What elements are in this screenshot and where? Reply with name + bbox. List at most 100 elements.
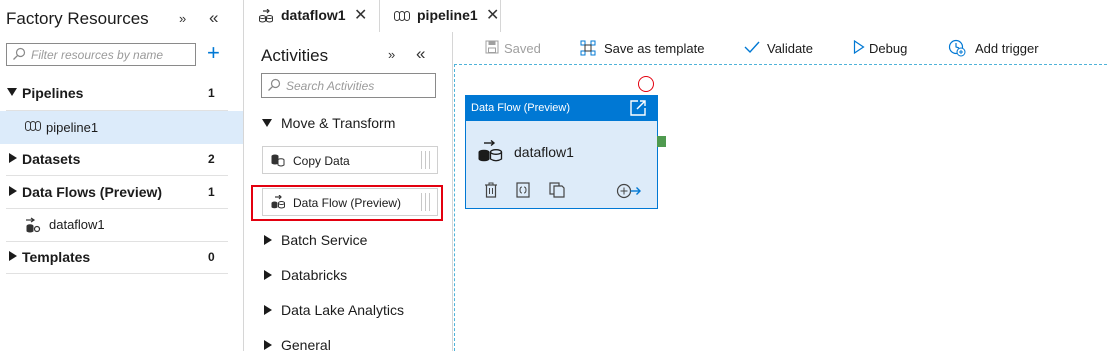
expanded-triangle-icon xyxy=(262,119,272,127)
collapse-all-icon[interactable]: » xyxy=(179,11,186,26)
resource-item-label: dataflow1 xyxy=(49,217,105,232)
collapse-all-icon[interactable]: » xyxy=(388,47,395,62)
resource-item-label: pipeline1 xyxy=(46,120,99,135)
drag-handle[interactable] xyxy=(421,151,433,169)
collapsed-triangle-icon xyxy=(264,270,272,280)
filter-resources-field[interactable] xyxy=(6,43,196,66)
section-count: 1 xyxy=(208,185,215,199)
section-label: Templates xyxy=(22,249,91,265)
tab-pipeline1[interactable]: pipeline1 ✕ xyxy=(380,0,500,32)
add-output-icon[interactable] xyxy=(616,183,642,202)
toolbar-label: Save as template xyxy=(604,41,705,56)
toolbar-label: Add trigger xyxy=(975,41,1039,56)
copy-icon[interactable] xyxy=(549,182,565,201)
pipeline-icon xyxy=(394,10,410,25)
expanded-triangle-icon xyxy=(7,88,17,96)
section-label: Data Flows (Preview) xyxy=(22,184,163,200)
panel-divider xyxy=(452,32,453,351)
section-datasets[interactable]: Datasets 2 xyxy=(0,143,228,176)
toolbar-label: Debug xyxy=(869,41,908,56)
node-header-title: Data Flow (Preview) xyxy=(471,102,571,114)
trigger-icon xyxy=(948,39,966,60)
category-label: Batch Service xyxy=(281,232,368,248)
editor-tabs: dataflow1 ✕ pipeline1 ✕ xyxy=(244,0,1107,32)
checkmark-icon xyxy=(744,40,760,57)
factory-resources-title: Factory Resources xyxy=(6,9,149,28)
node-header: Data Flow (Preview) xyxy=(466,96,657,121)
category-databricks[interactable]: Databricks xyxy=(244,261,452,289)
activity-copy-data[interactable]: Copy Data xyxy=(262,146,438,174)
section-label: Datasets xyxy=(22,151,81,167)
filter-resources-input[interactable] xyxy=(31,46,191,63)
activities-title: Activities xyxy=(261,46,329,65)
add-resource-button[interactable]: + xyxy=(207,41,220,65)
saved-button[interactable]: Saved xyxy=(483,32,553,64)
toolbar-label: Saved xyxy=(504,41,541,56)
pipeline-toolbar: Saved Save as template Validate Debug Ad… xyxy=(453,32,1107,64)
close-icon[interactable]: ✕ xyxy=(354,5,367,25)
pipeline-icon xyxy=(25,120,41,135)
close-icon[interactable]: ✕ xyxy=(486,5,499,25)
tab-divider xyxy=(500,0,501,32)
toolbar-label: Validate xyxy=(767,41,814,56)
section-count: 1 xyxy=(208,86,215,100)
activity-label: Copy Data xyxy=(293,154,350,168)
drag-handle[interactable] xyxy=(421,193,433,211)
node-name: dataflow1 xyxy=(514,144,574,160)
category-batch-service[interactable]: Batch Service xyxy=(244,226,452,254)
category-general[interactable]: General xyxy=(244,331,452,351)
save-icon xyxy=(485,40,499,57)
tab-label: pipeline1 xyxy=(417,7,478,23)
success-output-port[interactable] xyxy=(657,136,666,147)
search-activities-input[interactable] xyxy=(286,77,431,94)
dataflow-icon xyxy=(25,217,41,236)
search-icon xyxy=(12,47,26,64)
hide-panel-icon[interactable]: « xyxy=(416,44,425,64)
collapsed-triangle-icon xyxy=(9,153,17,163)
annotation-circle xyxy=(638,76,654,92)
dataflow-icon xyxy=(270,194,286,212)
hide-panel-icon[interactable]: « xyxy=(209,8,218,28)
factory-resources-header: Factory Resources » « xyxy=(0,0,243,40)
open-external-icon[interactable] xyxy=(629,99,647,120)
search-activities-field[interactable] xyxy=(261,73,436,98)
collapsed-triangle-icon xyxy=(264,305,272,315)
activity-data-flow[interactable]: Data Flow (Preview) xyxy=(262,188,438,216)
code-icon[interactable] xyxy=(516,182,530,201)
activities-panel: Activities » « Move & Transform Copy Dat… xyxy=(244,32,452,351)
collapsed-triangle-icon xyxy=(264,235,272,245)
resource-item-dataflow1[interactable]: dataflow1 xyxy=(0,208,243,241)
collapsed-triangle-icon xyxy=(9,186,17,196)
factory-resources-panel: Factory Resources » « + Pipelines 1 pipe… xyxy=(0,0,243,351)
section-count: 2 xyxy=(208,152,215,166)
divider xyxy=(6,273,228,274)
tab-label: dataflow1 xyxy=(281,7,346,23)
section-data-flows[interactable]: Data Flows (Preview) 1 xyxy=(0,176,228,209)
section-templates[interactable]: Templates 0 xyxy=(0,241,228,274)
add-trigger-button[interactable]: Add trigger xyxy=(948,32,1048,64)
save-as-template-button[interactable]: Save as template xyxy=(580,32,715,64)
validate-button[interactable]: Validate xyxy=(744,32,824,64)
dataflow-icon xyxy=(477,139,503,165)
category-label: General xyxy=(281,337,331,351)
category-label: Data Lake Analytics xyxy=(281,302,404,318)
resource-item-pipeline1[interactable]: pipeline1 xyxy=(0,111,243,144)
category-data-lake-analytics[interactable]: Data Lake Analytics xyxy=(244,296,452,324)
play-icon xyxy=(853,39,865,57)
tab-dataflow1[interactable]: dataflow1 ✕ xyxy=(244,0,379,32)
section-label: Pipelines xyxy=(22,85,84,101)
debug-button[interactable]: Debug xyxy=(853,32,918,64)
section-count: 0 xyxy=(208,250,215,264)
collapsed-triangle-icon xyxy=(9,251,17,261)
delete-icon[interactable] xyxy=(484,182,498,201)
category-label: Databricks xyxy=(281,267,348,283)
collapsed-triangle-icon xyxy=(264,340,272,350)
section-pipelines[interactable]: Pipelines 1 xyxy=(0,77,228,110)
dataflow-icon xyxy=(258,8,274,26)
copy-data-icon xyxy=(270,153,286,170)
dataflow-activity-node[interactable]: Data Flow (Preview) dataflow1 xyxy=(465,95,658,209)
template-icon xyxy=(580,40,596,59)
search-icon xyxy=(267,78,281,95)
category-move-transform[interactable]: Move & Transform xyxy=(244,109,452,137)
category-label: Move & Transform xyxy=(281,115,396,131)
